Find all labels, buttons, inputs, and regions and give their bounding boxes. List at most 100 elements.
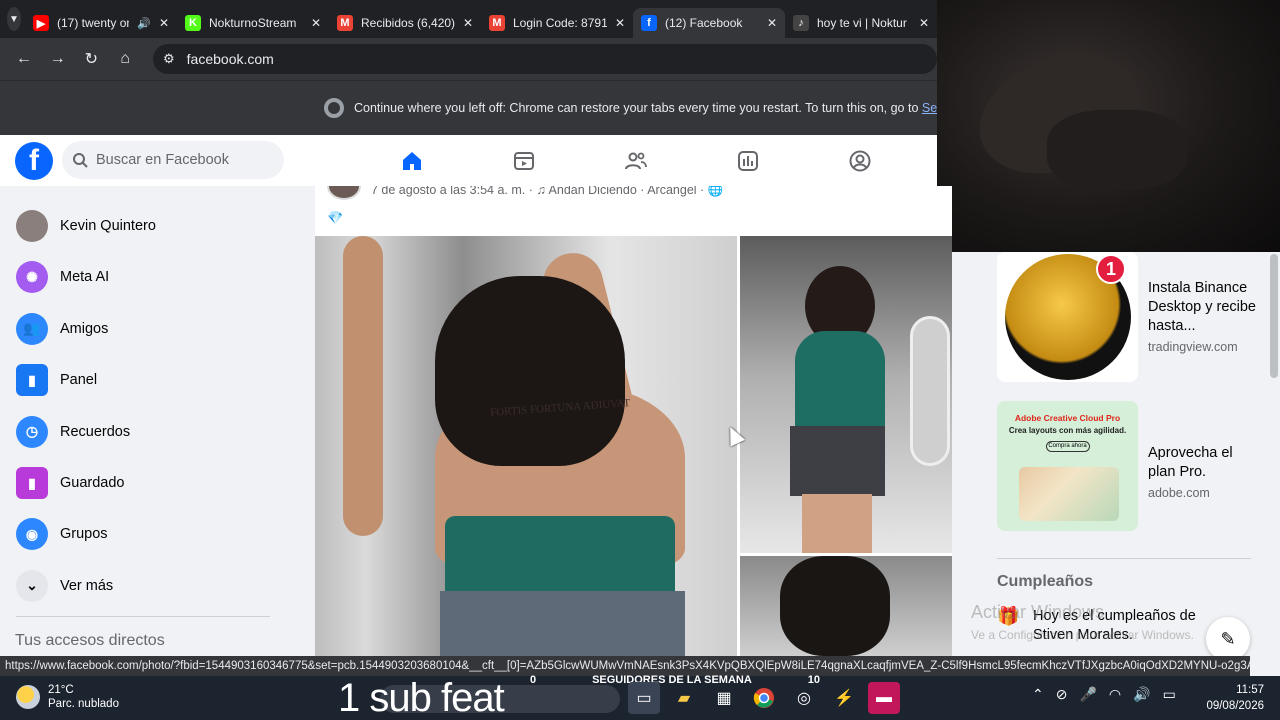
ad-text: Aprovecha el plan Pro. [1148, 445, 1233, 480]
facebook-logo[interactable]: f [15, 142, 53, 180]
file-explorer-icon[interactable]: ▰ [668, 682, 700, 714]
sidebar-item-label: Ver más [60, 577, 114, 594]
sidebar-item[interactable]: ◷ Recuerdos [8, 409, 298, 455]
camera-off-icon[interactable]: ⊘ [1056, 686, 1068, 703]
tab-favicon-icon: K [185, 15, 201, 31]
right-column: 1 Instala Binance Desktop y recibe hasta… [952, 252, 1280, 661]
close-tab-icon[interactable]: ✕ [919, 16, 929, 30]
scrollbar-thumb[interactable] [1270, 254, 1278, 378]
nav-profile[interactable] [804, 135, 916, 186]
facebook-header: f Buscar en Facebook [0, 135, 937, 189]
sponsored-ad-binance[interactable]: 1 Instala Binance Desktop y recibe hasta… [997, 252, 1257, 392]
reload-button[interactable]: ↻ [76, 43, 108, 75]
obs-icon[interactable]: ◎ [788, 682, 820, 714]
chevron-up-icon[interactable]: ⌃ [1032, 686, 1044, 703]
tab-favicon-icon: f [641, 15, 657, 31]
avatar-icon [16, 210, 48, 242]
feed-post: 7 de agosto a las 3:54 a. m. · ♫ Andan D… [315, 186, 952, 656]
browser-tab[interactable]: ♪ hoy te vi | Noktur ✕ [785, 8, 937, 38]
shortcuts-title: Tus accesos directos [15, 632, 165, 649]
browser-tab[interactable]: M Recibidos (6,420) ✕ [329, 8, 481, 38]
sidebar-item-label: Meta AI [60, 269, 110, 286]
settings-link[interactable]: Setti [922, 101, 937, 115]
post-photo-3[interactable] [740, 556, 952, 656]
divider [16, 616, 270, 617]
post-photo-2[interactable] [740, 236, 952, 553]
post-author-avatar[interactable] [327, 186, 361, 200]
sidebar-item[interactable]: ▮ Panel [8, 357, 298, 403]
volume-icon[interactable]: 🔊 [1133, 686, 1150, 703]
post-meta-text: 7 de agosto a las 3:54 a. m. · ♫ Andan D… [371, 186, 708, 197]
stream-overlay-text: 1 sub feat [338, 676, 505, 720]
task-view-icon[interactable]: ▭ [628, 682, 660, 714]
sidebar-item-label: Grupos [60, 526, 108, 543]
activate-windows-watermark: Activar Windows [971, 602, 1105, 622]
chrome-icon [324, 98, 344, 118]
temperature: 21°C [48, 684, 74, 696]
close-tab-icon[interactable]: ✕ [463, 16, 473, 30]
store-icon[interactable]: ▦ [708, 682, 740, 714]
nav-video[interactable] [468, 135, 580, 186]
wifi-icon[interactable]: ◠ [1109, 686, 1121, 703]
close-tab-icon[interactable]: ✕ [159, 16, 169, 30]
forward-button[interactable]: → [42, 43, 74, 75]
chrome-taskbar-icon[interactable] [748, 682, 780, 714]
weather-condition: Parc. nublado [48, 698, 119, 710]
browser-tab[interactable]: K NokturnoStream ✕ [177, 8, 329, 38]
home-button[interactable]: ⌂ [109, 43, 141, 75]
windows-taskbar: 21°C Parc. nublado 0 SEGUIDORES DE LA SE… [0, 674, 1280, 720]
sidebar-item[interactable]: ◉ Grupos [8, 511, 298, 557]
main-nav [356, 135, 916, 189]
sidebar-item[interactable]: 👥 Amigos [8, 306, 298, 352]
sidebar-item[interactable]: ▮ Guardado [8, 460, 298, 506]
sidebar-item-label: Guardado [60, 475, 125, 491]
sidebar-item[interactable]: ✺ Meta AI [8, 254, 298, 300]
close-tab-icon[interactable]: ✕ [615, 16, 625, 30]
sidebar-item[interactable]: ⌄ Ver más [8, 563, 298, 609]
app-icon-active[interactable]: ▬ [868, 682, 900, 714]
site-info-icon[interactable]: ⚙ [163, 51, 175, 67]
close-tab-icon[interactable]: ✕ [767, 16, 777, 30]
address-bar[interactable]: ⚙ facebook.com [153, 44, 937, 74]
new-message-button[interactable]: ✎ [1206, 617, 1250, 661]
ad-image[interactable]: 1 [997, 252, 1138, 382]
page-scrollbar[interactable] [1268, 252, 1280, 656]
nav-home[interactable] [356, 135, 468, 189]
browser-tab[interactable]: ▶ (17) twenty one 🔊 ✕ [25, 8, 177, 38]
photo-shape [440, 591, 685, 656]
restore-infobar: Continue where you left off: Chrome can … [0, 80, 937, 135]
tab-audio-icon[interactable]: 🔊 [137, 17, 151, 30]
browser-tab[interactable]: M Login Code: 8791 ✕ [481, 8, 633, 38]
goal-current: 0 [530, 674, 537, 686]
ad-image[interactable]: Adobe Creative Cloud Pro Crea layouts co… [997, 401, 1138, 531]
tab-favicon-icon: ▶ [33, 15, 49, 31]
weather-widget[interactable]: 21°C Parc. nublado [16, 683, 119, 711]
photo-shape [435, 276, 625, 466]
photo-shape [780, 556, 890, 656]
nav-friends[interactable] [580, 135, 692, 186]
time: 11:57 [1236, 684, 1264, 696]
photo-shape [343, 236, 383, 536]
search-input[interactable]: Buscar en Facebook [62, 141, 284, 179]
tab-search-button[interactable]: ▼ [7, 7, 21, 31]
weather-icon [16, 685, 40, 709]
memories-icon: ◷ [16, 415, 48, 448]
close-tab-icon[interactable]: ✕ [311, 16, 321, 30]
nav-dashboard[interactable] [692, 135, 804, 186]
tab-title: NokturnoStream [209, 16, 297, 30]
browser-tab[interactable]: f (12) Facebook ✕ [633, 8, 785, 38]
back-button[interactable]: ← [8, 43, 40, 75]
sponsored-ad-adobe[interactable]: Adobe Creative Cloud Pro Crea layouts co… [997, 401, 1257, 541]
clock[interactable]: 11:57 09/08/2026 [1198, 682, 1264, 714]
post-photo-1[interactable]: FORTIS FORTUNA ADIUVAT [315, 236, 737, 656]
app-icon[interactable]: ⚡ [828, 682, 860, 714]
microphone-icon[interactable]: 🎤 [1079, 686, 1096, 703]
ad-text: Instala Binance Desktop y recibe hasta..… [1148, 280, 1256, 334]
battery-icon[interactable]: ▭ [1163, 686, 1176, 703]
activate-windows-subtext: Ve a Configuración para activar Windows. [971, 628, 1194, 642]
sidebar-item[interactable]: Kevin Quintero [8, 203, 298, 249]
compose-icon: ✎ [1220, 628, 1236, 649]
tab-strip: ▼ ▶ (17) twenty one 🔊 ✕ K NokturnoStream ✕ M Rec… [0, 0, 937, 38]
panel-icon: ▮ [16, 364, 48, 397]
home-icon [403, 151, 421, 170]
